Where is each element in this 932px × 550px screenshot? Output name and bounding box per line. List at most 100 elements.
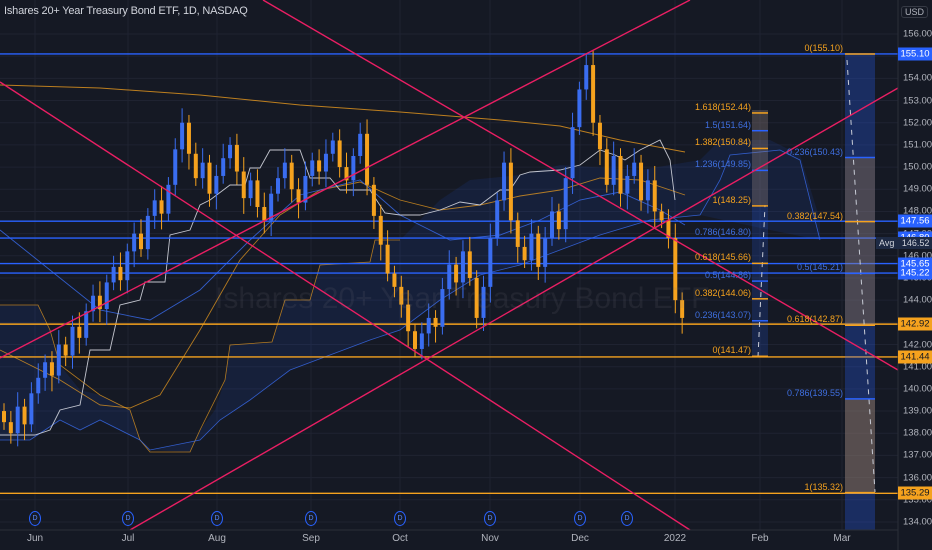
candle-body <box>550 211 554 239</box>
fib-level-label: 0.382(147.54) <box>786 210 843 221</box>
candle-body <box>186 122 191 154</box>
candle-body <box>200 162 205 179</box>
candle-body <box>193 153 198 179</box>
candle-body <box>296 189 301 203</box>
candle-body <box>241 171 246 199</box>
candle-body <box>522 246 527 261</box>
candle-body <box>543 238 548 267</box>
x-tick-label: Mar <box>833 533 851 544</box>
candle-body <box>111 266 116 283</box>
price-line-label: 141.44 <box>898 350 932 364</box>
candle-body <box>556 211 561 230</box>
y-tick-label: 140.00 <box>903 383 932 395</box>
y-tick-label: 139.00 <box>903 405 932 417</box>
price-line-label: 147.56 <box>898 214 932 228</box>
fib-level-label: 0.618(142.87) <box>786 314 843 325</box>
y-tick-label: 153.00 <box>903 95 932 107</box>
candle-body <box>419 333 424 349</box>
fib-level-label: 1.5(151.64) <box>704 119 751 130</box>
candle-body <box>591 65 596 123</box>
candle-body <box>337 140 342 168</box>
candle-body <box>207 162 212 194</box>
x-tick-label: Nov <box>481 533 499 544</box>
candle-body <box>323 153 328 172</box>
dividend-marker-icon[interactable]: D <box>122 511 134 526</box>
candle-body <box>36 377 41 394</box>
fib-right-box-orange-bottom <box>845 399 875 493</box>
candle-body <box>317 160 322 172</box>
x-tick-label: Sep <box>302 533 320 544</box>
dividend-marker-icon[interactable]: D <box>29 511 41 526</box>
candle-body <box>365 133 370 185</box>
candle-body <box>49 362 54 376</box>
x-tick-label: Feb <box>751 533 769 544</box>
candle-body <box>2 411 6 423</box>
candle-body <box>632 162 637 176</box>
y-tick-label: 134.00 <box>903 516 932 528</box>
candle-body <box>577 89 582 128</box>
candle-body <box>125 251 130 281</box>
price-line-label: 142.92 <box>898 317 932 331</box>
candle-body <box>467 251 472 278</box>
fib-level-label: 0.786(139.55) <box>786 387 843 398</box>
y-tick-label: 151.00 <box>903 139 932 151</box>
symbol-watermark: Ishares 20+ Year Treasury Bond ETF <box>215 282 710 315</box>
y-tick-label: 149.00 <box>903 183 932 195</box>
x-tick-label: Aug <box>208 533 226 544</box>
currency-button[interactable]: USD <box>900 6 928 18</box>
dividend-marker-icon[interactable]: D <box>621 511 633 526</box>
price-line-label: 155.10 <box>898 47 932 61</box>
candle-body <box>234 144 239 172</box>
candle-body <box>351 155 356 181</box>
candle-body <box>228 144 233 159</box>
avg-value: 146.52 <box>901 238 930 248</box>
fib-left-box-orange <box>752 110 768 205</box>
candle-body <box>310 160 315 176</box>
candle-body <box>515 220 520 247</box>
fib-level-label: 0.5(144.86) <box>704 270 751 281</box>
candle-body <box>597 122 602 150</box>
candle-body <box>454 264 459 283</box>
fib-level-label: 0.618(145.66) <box>694 252 751 263</box>
dividend-marker-icon[interactable]: D <box>484 511 496 526</box>
candle-body <box>330 140 335 154</box>
candle-body <box>460 251 465 283</box>
dividend-marker-icon[interactable]: D <box>394 511 406 526</box>
candle-body <box>70 326 75 356</box>
chart-title: Ishares 20+ Year Treasury Bond ETF, 1D, … <box>4 5 248 17</box>
price-line-label: 135.29 <box>898 486 932 500</box>
candle-body <box>604 149 609 185</box>
candle-body <box>173 149 178 185</box>
candle-body <box>180 122 185 150</box>
candle-body <box>529 233 534 261</box>
candle-body <box>495 200 500 239</box>
candle-body <box>508 162 513 221</box>
x-tick-label: Oct <box>392 533 408 544</box>
candle-body <box>104 282 109 310</box>
dividend-marker-icon[interactable]: D <box>211 511 223 526</box>
y-tick-label: 156.00 <box>903 28 932 40</box>
candle-body <box>659 211 664 221</box>
price-line-label: 145.22 <box>898 266 932 280</box>
candle-body <box>584 65 589 90</box>
candle-body <box>625 175 630 194</box>
candle-body <box>221 158 226 176</box>
candle-body <box>611 155 616 185</box>
candle-body <box>56 344 61 376</box>
price-chart[interactable] <box>0 0 932 550</box>
y-tick-label: 138.00 <box>903 427 932 439</box>
candle-body <box>426 317 431 334</box>
dividend-marker-icon[interactable]: D <box>574 511 586 526</box>
moving-average-long <box>0 84 686 153</box>
candle-body <box>618 155 623 194</box>
candle-body <box>132 233 137 252</box>
fib-level-label: 0.5(145.21) <box>796 262 843 273</box>
candle-body <box>214 175 219 194</box>
candle-body <box>159 200 164 214</box>
y-tick-label: 154.00 <box>903 72 932 84</box>
candle-body <box>639 162 644 201</box>
candle-body <box>22 406 27 425</box>
candle-body <box>378 215 383 245</box>
candle-body <box>255 180 260 208</box>
dividend-marker-icon[interactable]: D <box>305 511 317 526</box>
